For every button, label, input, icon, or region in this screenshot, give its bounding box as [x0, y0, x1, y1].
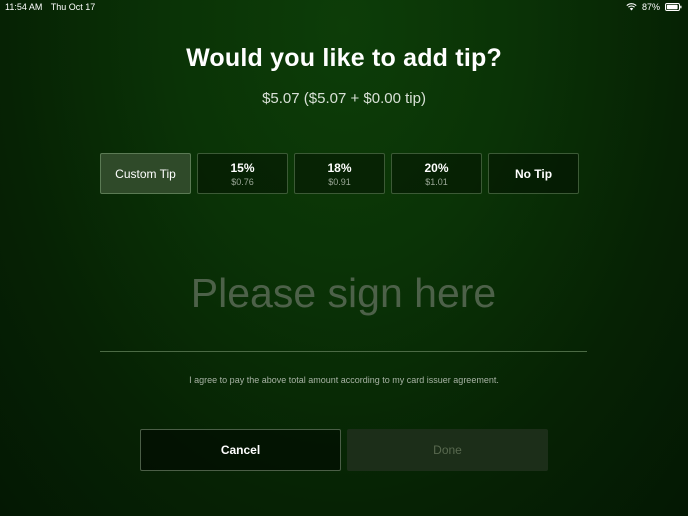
signature-pad[interactable]: Please sign here: [100, 260, 587, 352]
tip-label: 15%: [230, 160, 255, 175]
total-amount: $5.07 ($5.07 + $0.00 tip): [262, 90, 426, 107]
page-title: Would you like to add tip?: [186, 44, 502, 72]
tip-20-button[interactable]: 20% $1.01: [391, 153, 482, 194]
cancel-button[interactable]: Cancel: [140, 429, 341, 471]
status-time: 11:54 AM: [5, 2, 43, 12]
tip-15-button[interactable]: 15% $0.76: [197, 153, 288, 194]
tip-label: No Tip: [514, 166, 553, 181]
tip-label: Custom Tip: [115, 166, 176, 181]
tip-none-button[interactable]: No Tip: [488, 153, 579, 194]
done-button[interactable]: Done: [347, 429, 548, 471]
tip-options: Custom Tip 15% $0.76 18% $0.91 20% $1.01…: [100, 153, 579, 194]
status-bar: 11:54 AM Thu Oct 17 87%: [0, 0, 688, 14]
status-date: Thu Oct 17: [50, 2, 96, 12]
tip-amount: $1.01: [425, 176, 448, 187]
signature-line: [100, 351, 587, 352]
tip-custom-button[interactable]: Custom Tip: [100, 153, 191, 194]
tip-label: 18%: [327, 160, 352, 175]
agreement-text: I agree to pay the above total amount ac…: [189, 375, 499, 385]
signature-placeholder: Please sign here: [190, 270, 497, 316]
tip-label: 20%: [424, 160, 449, 175]
wifi-icon: [626, 3, 637, 11]
status-left: 11:54 AM Thu Oct 17: [5, 0, 101, 14]
tip-18-button[interactable]: 18% $0.91: [294, 153, 385, 194]
tip-amount: $0.91: [328, 176, 351, 187]
status-right: 87%: [626, 0, 682, 14]
battery-icon: [665, 3, 682, 11]
tip-amount: $0.76: [231, 176, 254, 187]
battery-percent: 87%: [641, 2, 660, 12]
